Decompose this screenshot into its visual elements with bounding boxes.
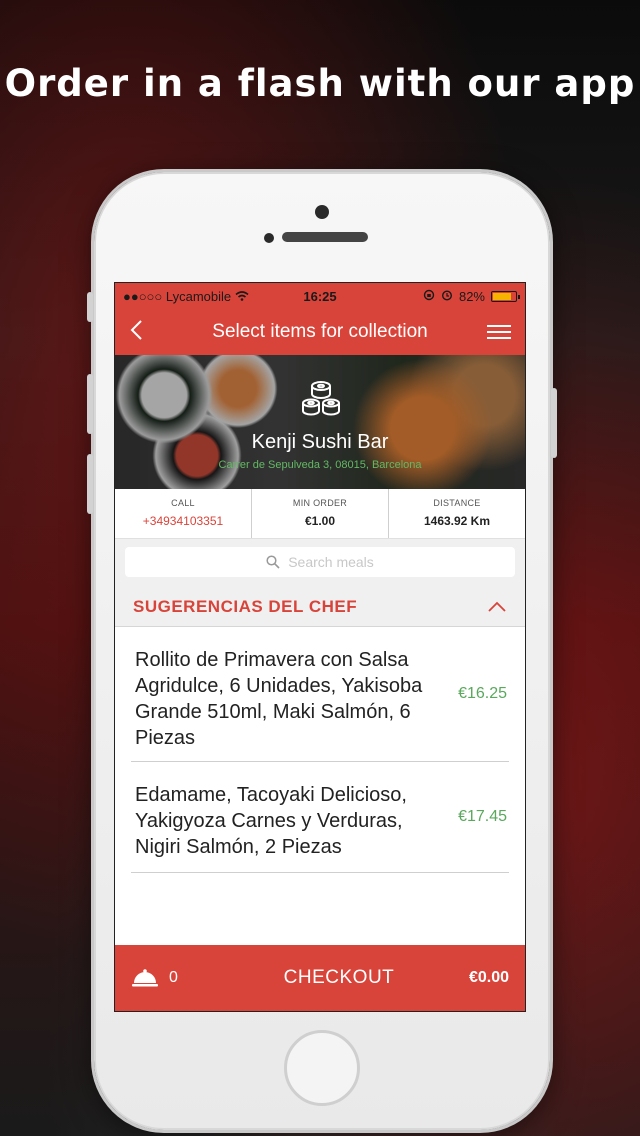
call-label: CALL bbox=[171, 498, 195, 508]
earpiece-speaker bbox=[282, 232, 368, 242]
distance-label: DISTANCE bbox=[433, 498, 481, 508]
search-container: Search meals bbox=[115, 539, 525, 587]
distance-value: 1463.92 Km bbox=[423, 514, 491, 528]
volume-down-button bbox=[87, 454, 93, 514]
alarm-icon bbox=[441, 289, 453, 304]
nav-title: Select items for collection bbox=[212, 321, 428, 342]
search-input[interactable]: Search meals bbox=[125, 547, 515, 577]
sushi-logo-icon bbox=[302, 381, 340, 416]
menu-item-list: Rollito de Primavera con Salsa Agridulce… bbox=[115, 627, 525, 873]
menu-item-name: Rollito de Primavera con Salsa Agridulce… bbox=[135, 649, 423, 749]
volume-up-button bbox=[87, 374, 93, 434]
checkout-bar[interactable]: 0 CHECKOUT €0.00 bbox=[115, 945, 525, 1011]
front-camera bbox=[315, 205, 329, 219]
home-button[interactable] bbox=[284, 1030, 360, 1106]
promo-headline: Order in a flash with our app bbox=[4, 62, 636, 105]
mute-switch bbox=[87, 292, 93, 322]
navigation-bar: Select items for collection bbox=[115, 309, 525, 355]
min-order-cell: MIN ORDER €1.00 bbox=[252, 489, 389, 538]
menu-item-name: Edamame, Tacoyaki Delicioso, Yakigyoza C… bbox=[135, 784, 407, 858]
chevron-left-icon bbox=[130, 320, 142, 340]
menu-item-price: €17.45 bbox=[458, 808, 507, 825]
app-screen: ●●○○○ Lycamobile 16:25 82% Select items … bbox=[114, 282, 526, 1012]
restaurant-info-row: CALL +34934103351 MIN ORDER €1.00 DISTAN… bbox=[115, 489, 525, 539]
cart-count: 0 bbox=[169, 969, 178, 986]
proximity-sensor bbox=[264, 233, 274, 243]
chevron-up-icon[interactable] bbox=[487, 601, 507, 613]
battery-percent: 82% bbox=[458, 288, 485, 304]
search-placeholder: Search meals bbox=[288, 554, 374, 570]
cloche-icon bbox=[132, 969, 158, 987]
wifi-icon bbox=[235, 289, 249, 304]
search-icon bbox=[266, 555, 280, 569]
power-button bbox=[551, 388, 557, 458]
battery-icon bbox=[491, 290, 520, 302]
menu-item[interactable]: Rollito de Primavera con Salsa Agridulce… bbox=[131, 627, 509, 762]
phone-number[interactable]: +34934103351 bbox=[115, 514, 251, 528]
restaurant-name: Kenji Sushi Bar bbox=[251, 431, 389, 453]
back-button[interactable] bbox=[129, 319, 153, 345]
category-header[interactable]: SUGERENCIAS DEL CHEF bbox=[115, 587, 525, 627]
menu-button[interactable] bbox=[487, 321, 511, 343]
menu-item[interactable]: Edamame, Tacoyaki Delicioso, Yakigyoza C… bbox=[131, 762, 509, 873]
restaurant-header: Kenji Sushi Bar Carrer de Sepulveda 3, 0… bbox=[115, 355, 525, 489]
checkout-button[interactable]: CHECKOUT bbox=[209, 967, 469, 989]
min-order-label: MIN ORDER bbox=[292, 498, 348, 508]
call-cell[interactable]: CALL +34934103351 bbox=[115, 489, 252, 538]
cart-total: €0.00 bbox=[468, 969, 509, 986]
rotation-lock-icon bbox=[423, 289, 435, 304]
restaurant-address: Carrer de Sepulveda 3, 08015, Barcelona bbox=[218, 459, 422, 471]
min-order-value: €1.00 bbox=[304, 514, 336, 528]
category-title: SUGERENCIAS DEL CHEF bbox=[133, 596, 358, 616]
status-bar: ●●○○○ Lycamobile 16:25 82% bbox=[115, 283, 525, 309]
menu-item-price: €16.25 bbox=[458, 685, 507, 702]
distance-cell: DISTANCE 1463.92 Km bbox=[389, 489, 525, 538]
carrier-label: ●●○○○ Lycamobile bbox=[123, 288, 232, 304]
